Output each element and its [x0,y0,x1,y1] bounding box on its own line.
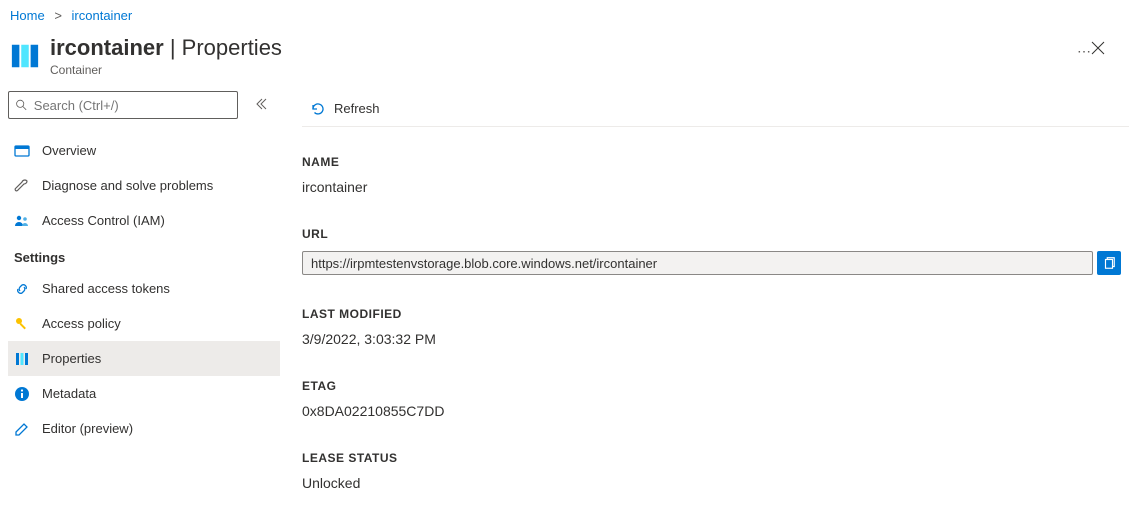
properties-panel: NAME ircontainer URL https://irpmtestenv… [302,127,1129,491]
page-title-resource: ircontainer [50,35,164,60]
sidebar-item-overview[interactable]: Overview [8,133,280,168]
breadcrumb-current[interactable]: ircontainer [72,8,133,23]
sidebar-item-iam[interactable]: Access Control (IAM) [8,203,280,238]
content: Refresh NAME ircontainer URL https://irp… [280,91,1129,491]
sidebar: Overview Diagnose and solve problems Acc… [0,91,280,491]
sidebar-item-editor[interactable]: Editor (preview) [8,411,280,446]
copy-url-button[interactable] [1097,251,1121,275]
page-title-page: Properties [182,35,282,60]
search-input[interactable] [34,98,231,113]
page-title: ircontainer | Properties [50,35,1069,61]
refresh-label: Refresh [334,101,380,116]
wrench-icon [14,178,30,194]
refresh-button[interactable]: Refresh [302,91,388,126]
sidebar-item-label: Access policy [42,316,121,331]
properties-icon [14,351,30,367]
container-icon [10,41,40,71]
page-title-sep: | [164,35,182,60]
search-icon [15,98,28,112]
prop-name-value: ircontainer [302,179,1121,195]
page-subtitle: Container [50,63,1069,77]
sidebar-item-label: Properties [42,351,101,366]
prop-lastmodified-label: LAST MODIFIED [302,307,1121,321]
people-icon [14,213,30,229]
info-icon [14,386,30,402]
prop-lastmodified-value: 3/9/2022, 3:03:32 PM [302,331,1121,347]
refresh-icon [310,101,326,117]
sidebar-heading-settings: Settings [8,238,280,271]
sidebar-item-label: Editor (preview) [42,421,133,436]
prop-etag-value: 0x8DA02210855C7DD [302,403,1121,419]
sidebar-item-label: Shared access tokens [42,281,170,296]
more-menu-icon[interactable]: ⋯ [1077,35,1091,60]
sidebar-item-metadata[interactable]: Metadata [8,376,280,411]
sidebar-item-properties[interactable]: Properties [8,341,280,376]
copy-icon [1102,256,1116,270]
prop-name-label: NAME [302,155,1121,169]
sidebar-item-label: Metadata [42,386,96,401]
close-icon[interactable] [1091,35,1105,58]
key-icon [14,316,30,332]
page-header: ircontainer | Properties Container ⋯ [0,29,1129,91]
sidebar-item-label: Overview [42,143,96,158]
collapse-sidebar-icon[interactable] [254,97,272,114]
sidebar-item-diagnose[interactable]: Diagnose and solve problems [8,168,280,203]
edit-icon [14,421,30,437]
breadcrumb: Home > ircontainer [0,0,1129,29]
toolbar: Refresh [302,91,1129,127]
sidebar-item-label: Access Control (IAM) [42,213,165,228]
prop-leasestatus-value: Unlocked [302,475,1121,491]
breadcrumb-separator-icon: > [54,8,62,23]
prop-url-label: URL [302,227,1121,241]
prop-leasestatus-label: LEASE STATUS [302,451,1121,465]
search-box[interactable] [8,91,238,119]
sidebar-item-access-policy[interactable]: Access policy [8,306,280,341]
prop-url-value[interactable]: https://irpmtestenvstorage.blob.core.win… [302,251,1093,275]
overview-icon [14,143,30,159]
sidebar-item-sas[interactable]: Shared access tokens [8,271,280,306]
breadcrumb-home[interactable]: Home [10,8,45,23]
link-icon [14,281,30,297]
prop-etag-label: ETAG [302,379,1121,393]
sidebar-item-label: Diagnose and solve problems [42,178,213,193]
